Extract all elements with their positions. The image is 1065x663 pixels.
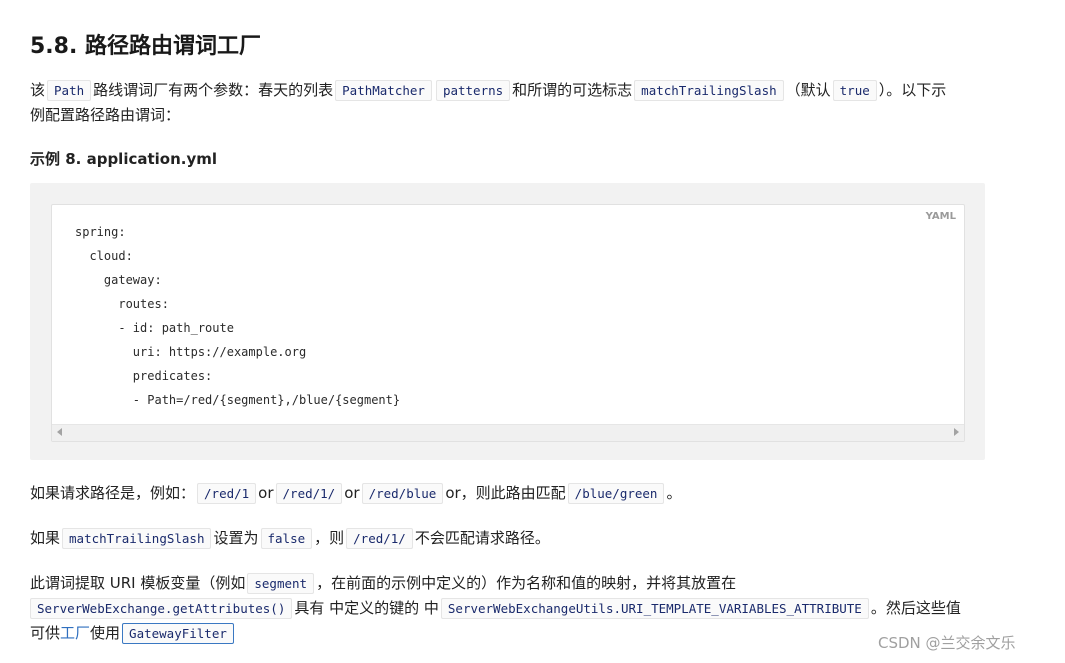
code-line: uri: https://example.org <box>75 345 307 359</box>
text: 如果请求路径是，例如： <box>30 484 196 502</box>
scroll-left-arrow-icon[interactable] <box>57 428 62 436</box>
code-false: false <box>260 528 313 549</box>
code-block[interactable]: YAML spring: cloud: gateway: routes: - i… <box>51 204 965 442</box>
code-line: gateway: <box>75 273 162 287</box>
csdn-watermark: CSDN @兰交余文乐 <box>878 634 1016 652</box>
code-red-1: /red/1 <box>197 483 257 504</box>
text: or <box>258 484 274 502</box>
text: or <box>344 484 360 502</box>
code-line: - id: path_route <box>75 321 234 335</box>
code-line: routes: <box>75 297 169 311</box>
text: 如果 <box>30 529 61 547</box>
text: （默认 <box>785 81 831 99</box>
code-uri-template-attribute: ServerWebExchangeUtils.URI_TEMPLATE_VARI… <box>440 598 869 619</box>
code-line: cloud: <box>75 249 133 263</box>
code-blue-green: /blue/green <box>567 483 665 504</box>
paragraph-trailing-slash: 如果 matchTrailingSlash 设置为 false ，则/red/1/不会匹… <box>30 526 550 551</box>
text: or，则此路由匹配 <box>445 484 566 502</box>
code-match-trailing-slash: matchTrailingSlash <box>62 528 212 549</box>
text: 此谓词提取 URI 模板变量（例如 <box>30 574 246 592</box>
paragraph-uri-template-line2: ServerWebExchange.getAttributes() 具有 中定义的… <box>30 596 961 621</box>
code-line: - Path=/red/{segment},/blue/{segment} <box>75 393 401 407</box>
code-red-1-slash: /red/1/ <box>275 483 343 504</box>
text: 。 <box>666 484 682 502</box>
language-label: YAML <box>925 211 956 222</box>
code-match-trailing-slash: matchTrailingSlash <box>634 80 784 101</box>
text: 不会匹配请求路径。 <box>414 529 550 547</box>
code-pathmatcher: PathMatcher <box>335 80 432 101</box>
code-line: predicates: <box>75 369 213 383</box>
factory-link[interactable]: 工厂 <box>60 624 90 642</box>
intro-paragraph: 该 Path 路线谓词厂有两个参数：春天的列表 PathMatcher patterns… <box>30 78 946 103</box>
text: 。然后这些值 <box>870 599 961 617</box>
code-line: spring: <box>75 225 126 239</box>
paragraph-request-paths: 如果请求路径是，例如：/red/1 or/red/1/or/red/blue or，… <box>30 481 681 506</box>
code-path: Path <box>47 80 92 101</box>
text: 设置为 <box>213 529 259 547</box>
section-title: 5.8. 路径路由谓词工厂 <box>30 34 261 59</box>
example-title: 示例 8. application.yml <box>30 150 218 168</box>
code-segment: segment <box>247 573 315 594</box>
code-gateway-filter[interactable]: GatewayFilter <box>122 623 234 644</box>
code-patterns: patterns <box>435 80 511 101</box>
text: 该 <box>30 81 46 99</box>
paragraph-uri-template-line3: 可供工厂使用 GatewayFilter <box>30 621 236 646</box>
text: 和所谓的可选标志 <box>512 81 633 99</box>
text: ）。以下示 <box>878 81 947 99</box>
text: 路线谓词厂有两个参数：春天的列表 <box>93 81 334 99</box>
code-listing[interactable]: spring: cloud: gateway: routes: - id: pa… <box>75 220 400 412</box>
text: 具有 中定义的键的 中 <box>294 599 439 617</box>
code-get-attributes: ServerWebExchange.getAttributes() <box>30 598 293 619</box>
text: ，在前面的示例中定义的）作为名称和值的映射，并将其放置在 <box>316 574 737 592</box>
text: 使用 <box>90 624 121 642</box>
code-true: true <box>832 80 877 101</box>
horizontal-scrollbar[interactable] <box>52 424 964 441</box>
text: ，则 <box>314 529 345 547</box>
intro-paragraph-line2: 例配置路径路由谓词： <box>30 106 181 124</box>
example-block: YAML spring: cloud: gateway: routes: - i… <box>30 183 985 460</box>
paragraph-uri-template: 此谓词提取 URI 模板变量（例如 segment ，在前面的示例中定义的）作为名称… <box>30 571 736 596</box>
code-red-1-slash: /red/1/ <box>346 528 413 549</box>
text: 可供 <box>30 624 61 642</box>
scroll-right-arrow-icon[interactable] <box>954 428 959 436</box>
code-red-blue: /red/blue <box>361 483 444 504</box>
